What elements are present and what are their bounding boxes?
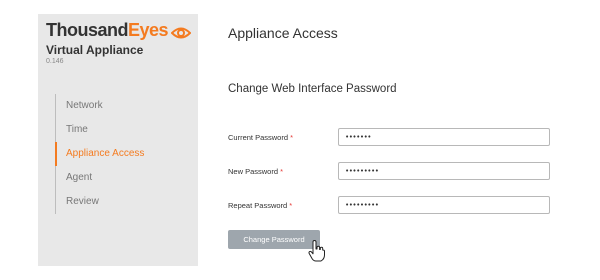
brand-name-part1: Thousand — [46, 20, 129, 40]
nav-item-review[interactable]: Review — [56, 190, 191, 214]
brand-logo: Thousand Eyes — [46, 20, 192, 41]
new-password-label: New Password * — [228, 167, 284, 176]
required-marker: * — [290, 133, 294, 142]
nav-item-time[interactable]: Time — [56, 118, 191, 142]
current-password-input[interactable]: ••••••• — [338, 128, 550, 146]
current-password-row: Current Password * ••••••• — [228, 128, 558, 148]
product-name: Virtual Appliance — [46, 43, 144, 57]
nav-item-agent[interactable]: Agent — [56, 166, 191, 190]
repeat-password-row: Repeat Password * ••••••••• — [228, 196, 558, 216]
setup-nav: Network Time Appliance Access Agent Revi… — [55, 94, 191, 214]
section-title: Change Web Interface Password — [228, 83, 397, 95]
new-password-row: New Password * ••••••••• — [228, 162, 558, 182]
hand-pointer-icon — [308, 240, 326, 262]
page-title: Appliance Access — [228, 25, 338, 41]
new-password-input[interactable]: ••••••••• — [338, 162, 550, 180]
repeat-password-label: Repeat Password * — [228, 201, 293, 210]
version-label: 0.146 — [46, 58, 64, 65]
required-marker: * — [289, 201, 293, 210]
repeat-password-input[interactable]: ••••••••• — [338, 196, 550, 214]
brand-name-part2: Eyes — [128, 20, 169, 40]
nav-item-network[interactable]: Network — [56, 94, 191, 118]
nav-item-appliance-access[interactable]: Appliance Access — [55, 142, 191, 166]
change-password-button[interactable]: Change Password — [228, 230, 320, 249]
current-password-label: Current Password * — [228, 133, 294, 142]
sidebar: Thousand Eyes Virtual Appliance 0.146 Net… — [38, 14, 198, 266]
eye-icon — [170, 24, 192, 38]
required-marker: * — [280, 167, 284, 176]
